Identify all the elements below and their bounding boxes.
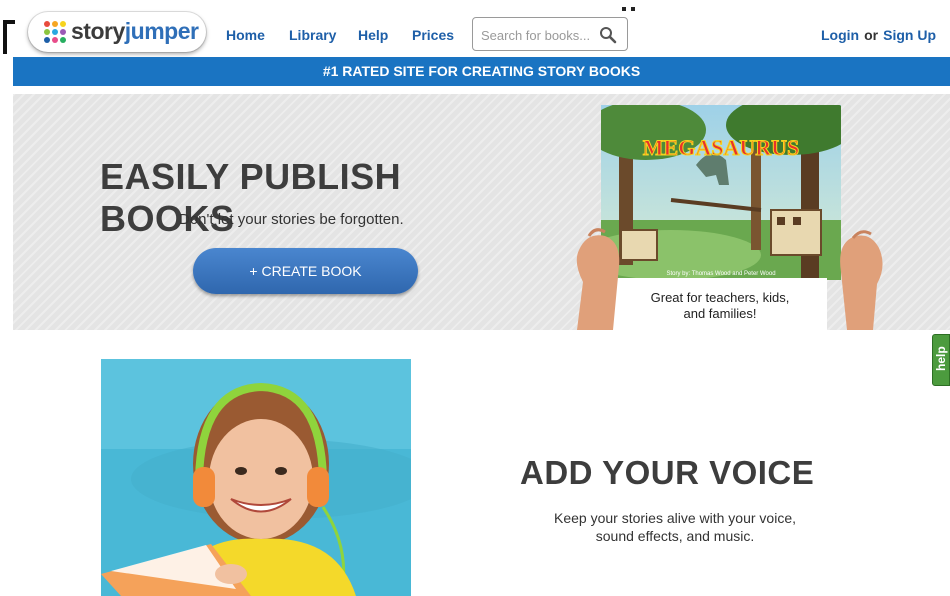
promo-banner: #1 RATED SITE FOR CREATING STORY BOOKS — [13, 57, 950, 86]
help-side-tab[interactable]: help — [932, 334, 950, 386]
book-caption-line1: Great for teachers, kids, — [650, 290, 790, 305]
nav-library-link[interactable]: Library — [289, 27, 336, 43]
voice-subtitle-line2: sound effects, and music. — [595, 528, 755, 544]
hero-section: EASILY PUBLISH BOOKS Don't let your stor… — [13, 94, 950, 330]
book-showcase: MEGASAURUS Story by: Thomas Wood and Pet… — [569, 94, 889, 330]
search-box — [472, 17, 628, 51]
book-caption: Great for teachers, kids, and families! — [613, 290, 827, 322]
voice-subtitle-line1: Keep your stories alive with your voice, — [554, 510, 796, 526]
hero-subtitle: Don't let your stories be forgotten. — [179, 211, 404, 228]
auth-links: Login or Sign Up — [821, 27, 936, 43]
book-cover-credit: Story by: Thomas Wood and Peter Wood — [666, 271, 775, 277]
girl-with-headphones-photo — [101, 359, 411, 596]
signup-link[interactable]: Sign Up — [883, 27, 936, 43]
book-caption-line2: and families! — [683, 306, 757, 321]
search-input[interactable] — [481, 26, 593, 44]
left-hand-image — [576, 228, 620, 330]
nav-prices-link[interactable]: Prices — [412, 27, 454, 43]
voice-section-subtitle: Keep your stories alive with your voice,… — [530, 509, 820, 545]
create-book-button[interactable]: + CREATE BOOK — [193, 248, 418, 294]
help-tab-label: help — [934, 346, 948, 371]
storyjumper-dots-logo-icon — [44, 21, 66, 43]
search-icon[interactable] — [599, 26, 617, 44]
corner-mark — [3, 20, 15, 54]
nav-home-link[interactable]: Home — [226, 27, 265, 43]
book-cover-title: MEGASAURUS — [643, 135, 799, 160]
right-hand-image — [840, 230, 883, 330]
top-navigation: storyjumper Home Library Help Prices Log… — [0, 0, 950, 56]
storyjumper-logo[interactable]: storyjumper — [28, 12, 206, 52]
login-link[interactable]: Login — [821, 27, 859, 43]
megasaurus-book-cover[interactable]: MEGASAURUS Story by: Thomas Wood and Pet… — [601, 105, 841, 280]
logo-wordmark: storyjumper — [71, 18, 199, 44]
top-dots — [622, 7, 636, 12]
auth-or-text: or — [864, 27, 879, 43]
nav-help-link[interactable]: Help — [358, 27, 388, 43]
voice-section-title: ADD YOUR VOICE — [520, 454, 815, 491]
